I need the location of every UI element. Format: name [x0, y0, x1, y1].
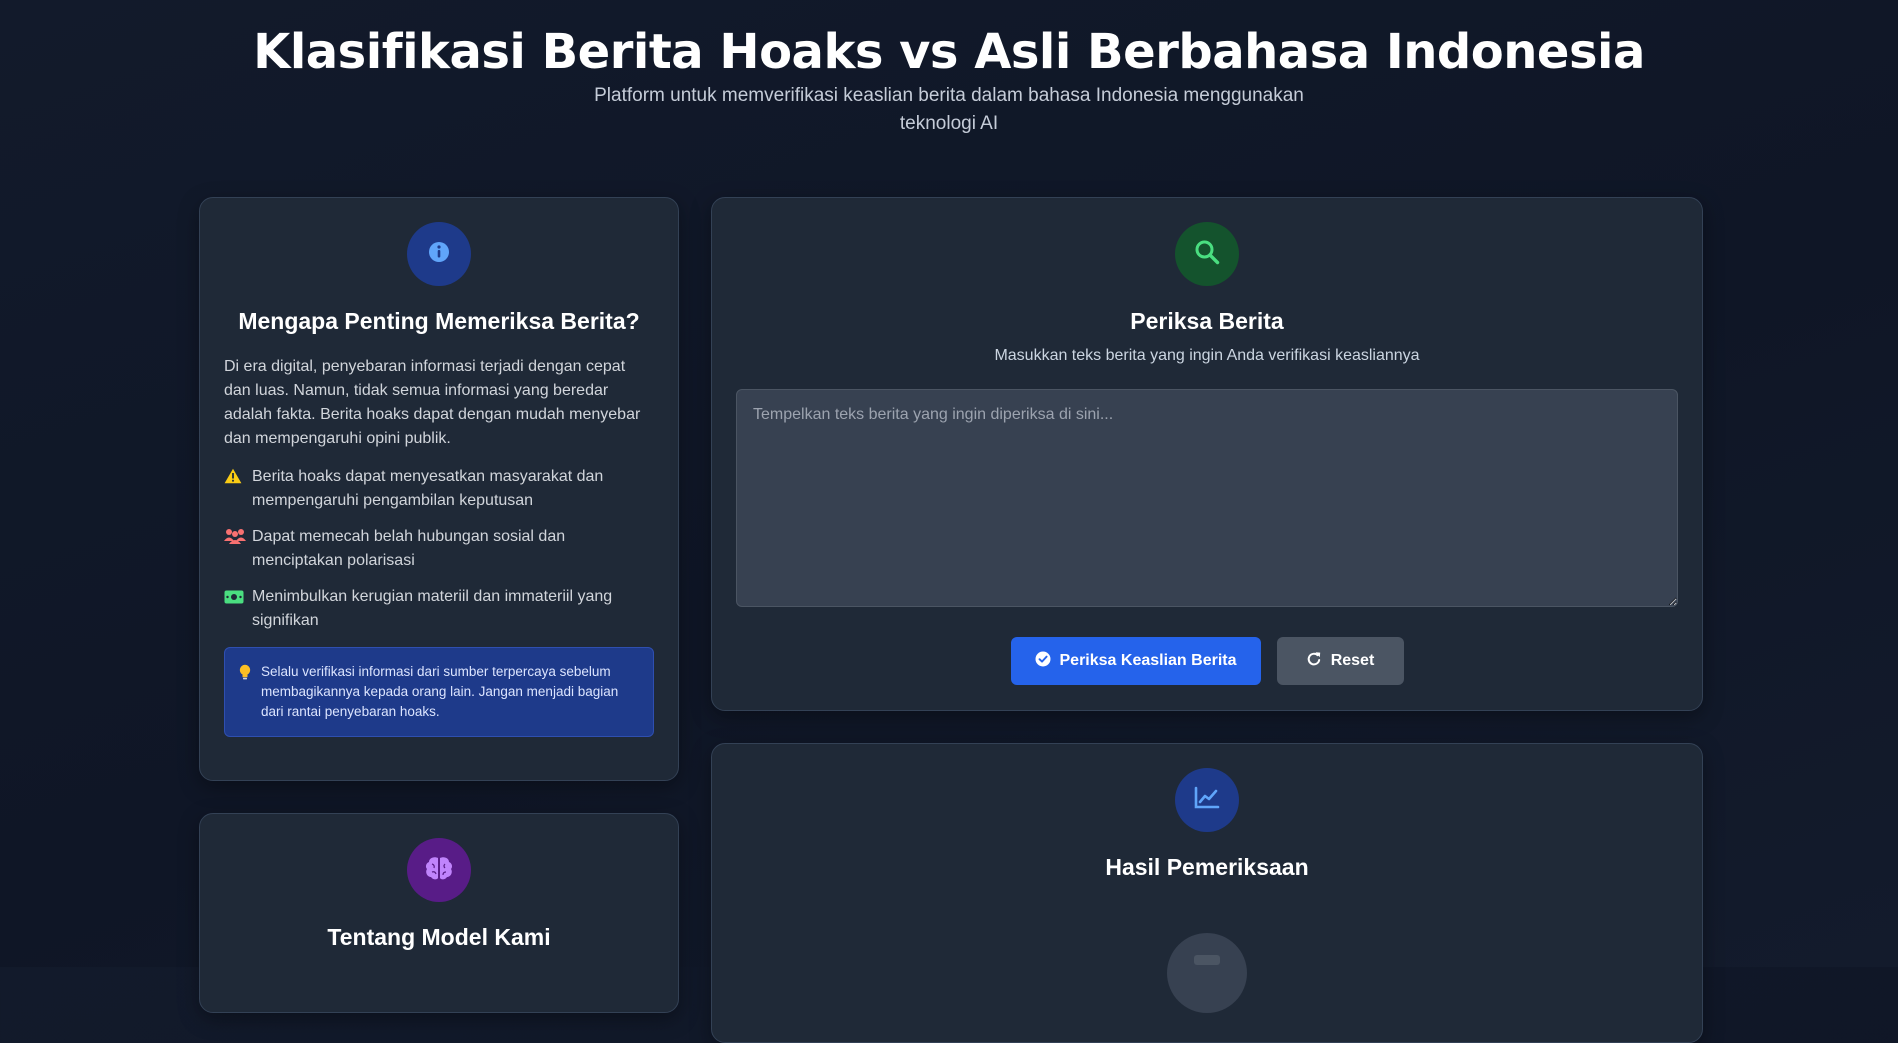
check-authenticity-button[interactable]: Periksa Keaslian Berita	[1010, 637, 1261, 685]
result-icon-circle	[1175, 768, 1239, 832]
brain-icon	[425, 856, 453, 885]
action-buttons: Periksa Keaslian Berita Reset	[736, 637, 1678, 685]
people-icon	[224, 525, 252, 552]
info-paragraph: Di era digital, penyebaran informasi ter…	[224, 358, 641, 447]
warning-icon	[224, 465, 252, 492]
page-subtitle: Platform untuk memverifikasi keaslian be…	[594, 85, 1304, 134]
result-card: Hasil Pemeriksaan	[711, 743, 1703, 1043]
model-icon-circle	[407, 838, 471, 902]
risk-item: Dapat memecah belah hubungan sosial dan …	[224, 525, 654, 573]
reset-button-label: Reset	[1330, 652, 1375, 669]
check-card: Periksa Berita Masukkan teks berita yang…	[711, 197, 1703, 711]
check-card-title: Periksa Berita	[1130, 308, 1284, 334]
check-icon-circle	[1175, 222, 1239, 286]
check-circle-icon	[1035, 651, 1051, 672]
risk-text: Berita hoaks dapat menyesatkan masyaraka…	[252, 468, 604, 509]
money-icon	[224, 585, 252, 612]
risk-list: Berita hoaks dapat menyesatkan masyaraka…	[224, 465, 654, 633]
model-card: Tentang Model Kami	[199, 813, 679, 1013]
model-card-title: Tentang Model Kami	[327, 924, 551, 950]
info-icon	[427, 240, 451, 269]
lightbulb-icon	[239, 662, 261, 686]
tip-text: Selalu verifikasi informasi dari sumber …	[261, 664, 619, 719]
info-icon-circle	[407, 222, 471, 286]
result-placeholder-icon	[1167, 933, 1247, 1013]
info-card: Mengapa Penting Memeriksa Berita? Di era…	[199, 197, 679, 781]
news-text-input[interactable]	[736, 389, 1678, 607]
refresh-icon	[1306, 651, 1322, 672]
check-button-label: Periksa Keaslian Berita	[1059, 652, 1237, 669]
search-icon	[1194, 239, 1220, 270]
risk-item: Berita hoaks dapat menyesatkan masyaraka…	[224, 465, 654, 513]
tip-box: Selalu verifikasi informasi dari sumber …	[224, 647, 654, 737]
check-description: Masukkan teks berita yang ingin Anda ver…	[994, 347, 1420, 364]
risk-text: Menimbulkan kerugian materiil dan immate…	[252, 588, 613, 629]
risk-item: Menimbulkan kerugian materiil dan immate…	[224, 585, 654, 633]
page-title: Klasifikasi Berita Hoaks vs Asli Berbaha…	[253, 24, 1645, 80]
reset-button[interactable]: Reset	[1276, 637, 1404, 685]
chart-line-icon	[1194, 786, 1220, 815]
result-card-title: Hasil Pemeriksaan	[1105, 854, 1309, 880]
info-card-title: Mengapa Penting Memeriksa Berita?	[238, 308, 640, 334]
page-header: Klasifikasi Berita Hoaks vs Asli Berbaha…	[0, 0, 1898, 138]
risk-text: Dapat memecah belah hubungan sosial dan …	[252, 528, 566, 569]
